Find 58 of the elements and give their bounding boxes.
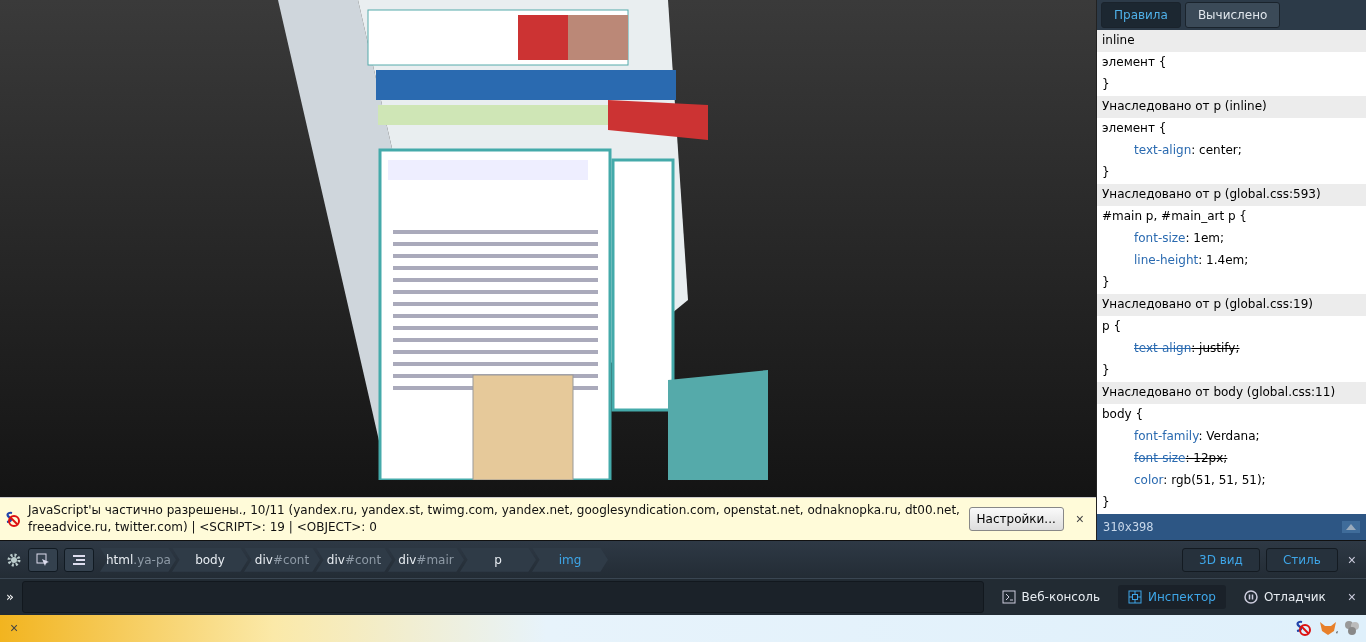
- settings-icon[interactable]: [6, 551, 22, 568]
- closing-brace: }: [1102, 77, 1110, 92]
- property-value[interactable]: : 1.4em;: [1198, 253, 1249, 268]
- blocked-script-icon[interactable]: [1294, 620, 1312, 637]
- sidebar-tab[interactable]: Вычислено: [1184, 2, 1281, 29]
- toolbox-tab[interactable]: Веб-консоль: [991, 584, 1111, 609]
- command-prompt: »: [6, 589, 14, 605]
- rule-selector: body {: [1102, 407, 1144, 422]
- breadcrumb[interactable]: html.ya-pa: [100, 547, 176, 572]
- inspector-icon: [1128, 589, 1143, 604]
- sidebar-tab[interactable]: Правила: [1101, 2, 1181, 29]
- rule-header: Унаследовано от body (global.css:11): [1097, 382, 1366, 405]
- toolbox-tab[interactable]: Отладчик: [1233, 584, 1336, 609]
- closing-brace: }: [1102, 165, 1110, 180]
- pause-icon: [1243, 589, 1258, 604]
- command-line-field[interactable]: [21, 580, 984, 613]
- closing-brace: }: [1102, 363, 1110, 378]
- rule-header: Унаследовано от p (inline): [1097, 96, 1366, 119]
- rule-header: Унаследовано от p (global.css:593): [1097, 184, 1366, 207]
- breadcrumb[interactable]: p: [460, 547, 536, 572]
- closing-brace: }: [1102, 495, 1110, 510]
- lines-icon: [72, 553, 86, 566]
- triangle-up-icon: [1346, 524, 1356, 531]
- property-value[interactable]: : 12px;: [1185, 451, 1228, 466]
- property-value[interactable]: : Verdana;: [1198, 429, 1260, 444]
- breadcrumb[interactable]: div#mair: [388, 547, 464, 572]
- rule-selector: элемент {: [1102, 55, 1167, 70]
- breadcrumb[interactable]: div#cont: [316, 547, 392, 572]
- rule-selector: элемент {: [1102, 121, 1167, 136]
- breadcrumb[interactable]: div#cont: [244, 547, 320, 572]
- console-icon: [1001, 589, 1016, 604]
- view-button[interactable]: 3D вид: [1182, 547, 1260, 572]
- markup-panel-button[interactable]: [64, 547, 94, 572]
- rule-header: inline: [1097, 30, 1366, 53]
- blocked-script-icon: [4, 511, 20, 527]
- view-button[interactable]: Стиль: [1265, 547, 1338, 572]
- toolbox-tab[interactable]: Инспектор: [1118, 584, 1226, 609]
- dimensions-label: 310x398: [1103, 520, 1154, 535]
- settings-button[interactable]: Настройки...: [968, 507, 1064, 531]
- pointer-icon: [36, 552, 50, 567]
- breadcrumb[interactable]: body: [172, 547, 248, 572]
- rule-selector: p {: [1102, 319, 1122, 334]
- rule-header: Унаследовано от p (global.css:19): [1097, 294, 1366, 317]
- close-button[interactable]: ×: [1071, 511, 1088, 527]
- notification-message: JavaScript'ы частично разрешены., 10/11 (yandex.ru, yandex.st, twimg.com, yandex.net, googlesyndication.com, openstat.net, odnaknopka.ru, dt00.net, freeadvice.ru, twitter.com) | <SCRIPT>: 19 | <OBJECT>: 0: [28, 502, 961, 536]
- close-button[interactable]: ×: [1343, 551, 1360, 568]
- rule-selector: #main p, #main_art p {: [1102, 209, 1247, 224]
- pick-element-button[interactable]: [28, 547, 58, 572]
- closing-brace: }: [1102, 275, 1110, 290]
- property-value[interactable]: : rgb(51, 51, 51);: [1163, 473, 1266, 488]
- property-value[interactable]: : center;: [1191, 143, 1242, 158]
- property-value[interactable]: : 1em;: [1185, 231, 1225, 246]
- close-button[interactable]: ×: [6, 620, 23, 637]
- circles-icon[interactable]: [1344, 620, 1360, 637]
- property-value[interactable]: : justify;: [1191, 341, 1240, 356]
- close-button[interactable]: ×: [1343, 588, 1360, 605]
- collapse-button[interactable]: [1342, 521, 1360, 534]
- breadcrumb[interactable]: img: [532, 547, 608, 572]
